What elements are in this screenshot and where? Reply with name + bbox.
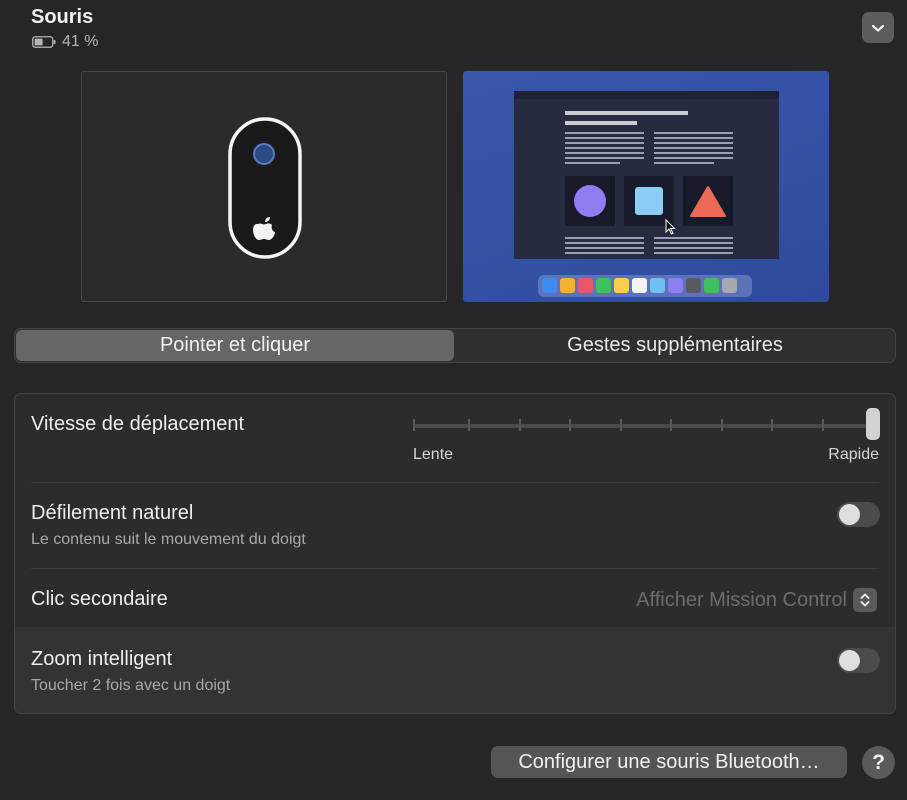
help-button[interactable]: ?: [862, 746, 895, 779]
slider-tick: [822, 419, 824, 431]
slider-max-label: Rapide: [828, 446, 879, 463]
tracking-speed-track[interactable]: [414, 424, 873, 428]
device-title: Souris: [31, 6, 94, 28]
tab-point-and-click[interactable]: Pointer et cliquer: [16, 330, 454, 361]
battery-icon: [32, 36, 56, 48]
slider-tick: [771, 419, 773, 431]
secondary-click-popup[interactable]: Afficher Mission Control: [636, 587, 877, 613]
slider-tick: [569, 419, 571, 431]
desktop-preview-panel: [463, 71, 829, 302]
smart-zoom-label: Zoom intelligent: [31, 648, 173, 670]
secondary-click-value: Afficher Mission Control: [636, 588, 847, 611]
tab-segmented-control: Pointer et cliquer Gestes supplémentaire…: [14, 328, 896, 363]
setup-bluetooth-mouse-button[interactable]: Configurer une souris Bluetooth…: [491, 746, 847, 778]
slider-tick: [670, 419, 672, 431]
chevron-down-icon: [871, 24, 885, 32]
slider-min-label: Lente: [413, 446, 454, 463]
mouse-illustration-panel: [81, 71, 447, 302]
natural-scrolling-toggle[interactable]: [837, 502, 880, 527]
magic-mouse-illustration: [228, 117, 302, 259]
slider-tick: [468, 419, 470, 431]
settings-group: Vitesse de déplacement Lente Rapide Défi…: [14, 393, 896, 714]
natural-scrolling-description: Le contenu suit le mouvement du doigt: [31, 531, 306, 548]
tracking-speed-label: Vitesse de déplacement: [31, 413, 245, 435]
slider-tick: [620, 419, 622, 431]
slider-tick: [413, 419, 415, 431]
tab-more-gestures[interactable]: Gestes supplémentaires: [455, 330, 895, 361]
tracking-speed-slider-knob[interactable]: [866, 408, 880, 440]
up-down-chevron-icon: [853, 588, 877, 612]
smart-zoom-description: Toucher 2 fois avec un doigt: [31, 677, 231, 694]
natural-scrolling-label: Défilement naturel: [31, 502, 194, 524]
slider-tick: [519, 419, 521, 431]
secondary-click-label: Clic secondaire: [31, 588, 168, 610]
desktop-preview-illustration: [514, 91, 779, 297]
battery-status: 41 %: [32, 33, 98, 51]
battery-percentage: 41 %: [62, 33, 99, 50]
slider-tick: [721, 419, 723, 431]
click-indicator: [253, 143, 275, 165]
collapse-button[interactable]: [862, 12, 894, 43]
row-divider: [31, 568, 879, 569]
row-divider: [31, 482, 879, 483]
smart-zoom-toggle[interactable]: [837, 648, 880, 673]
